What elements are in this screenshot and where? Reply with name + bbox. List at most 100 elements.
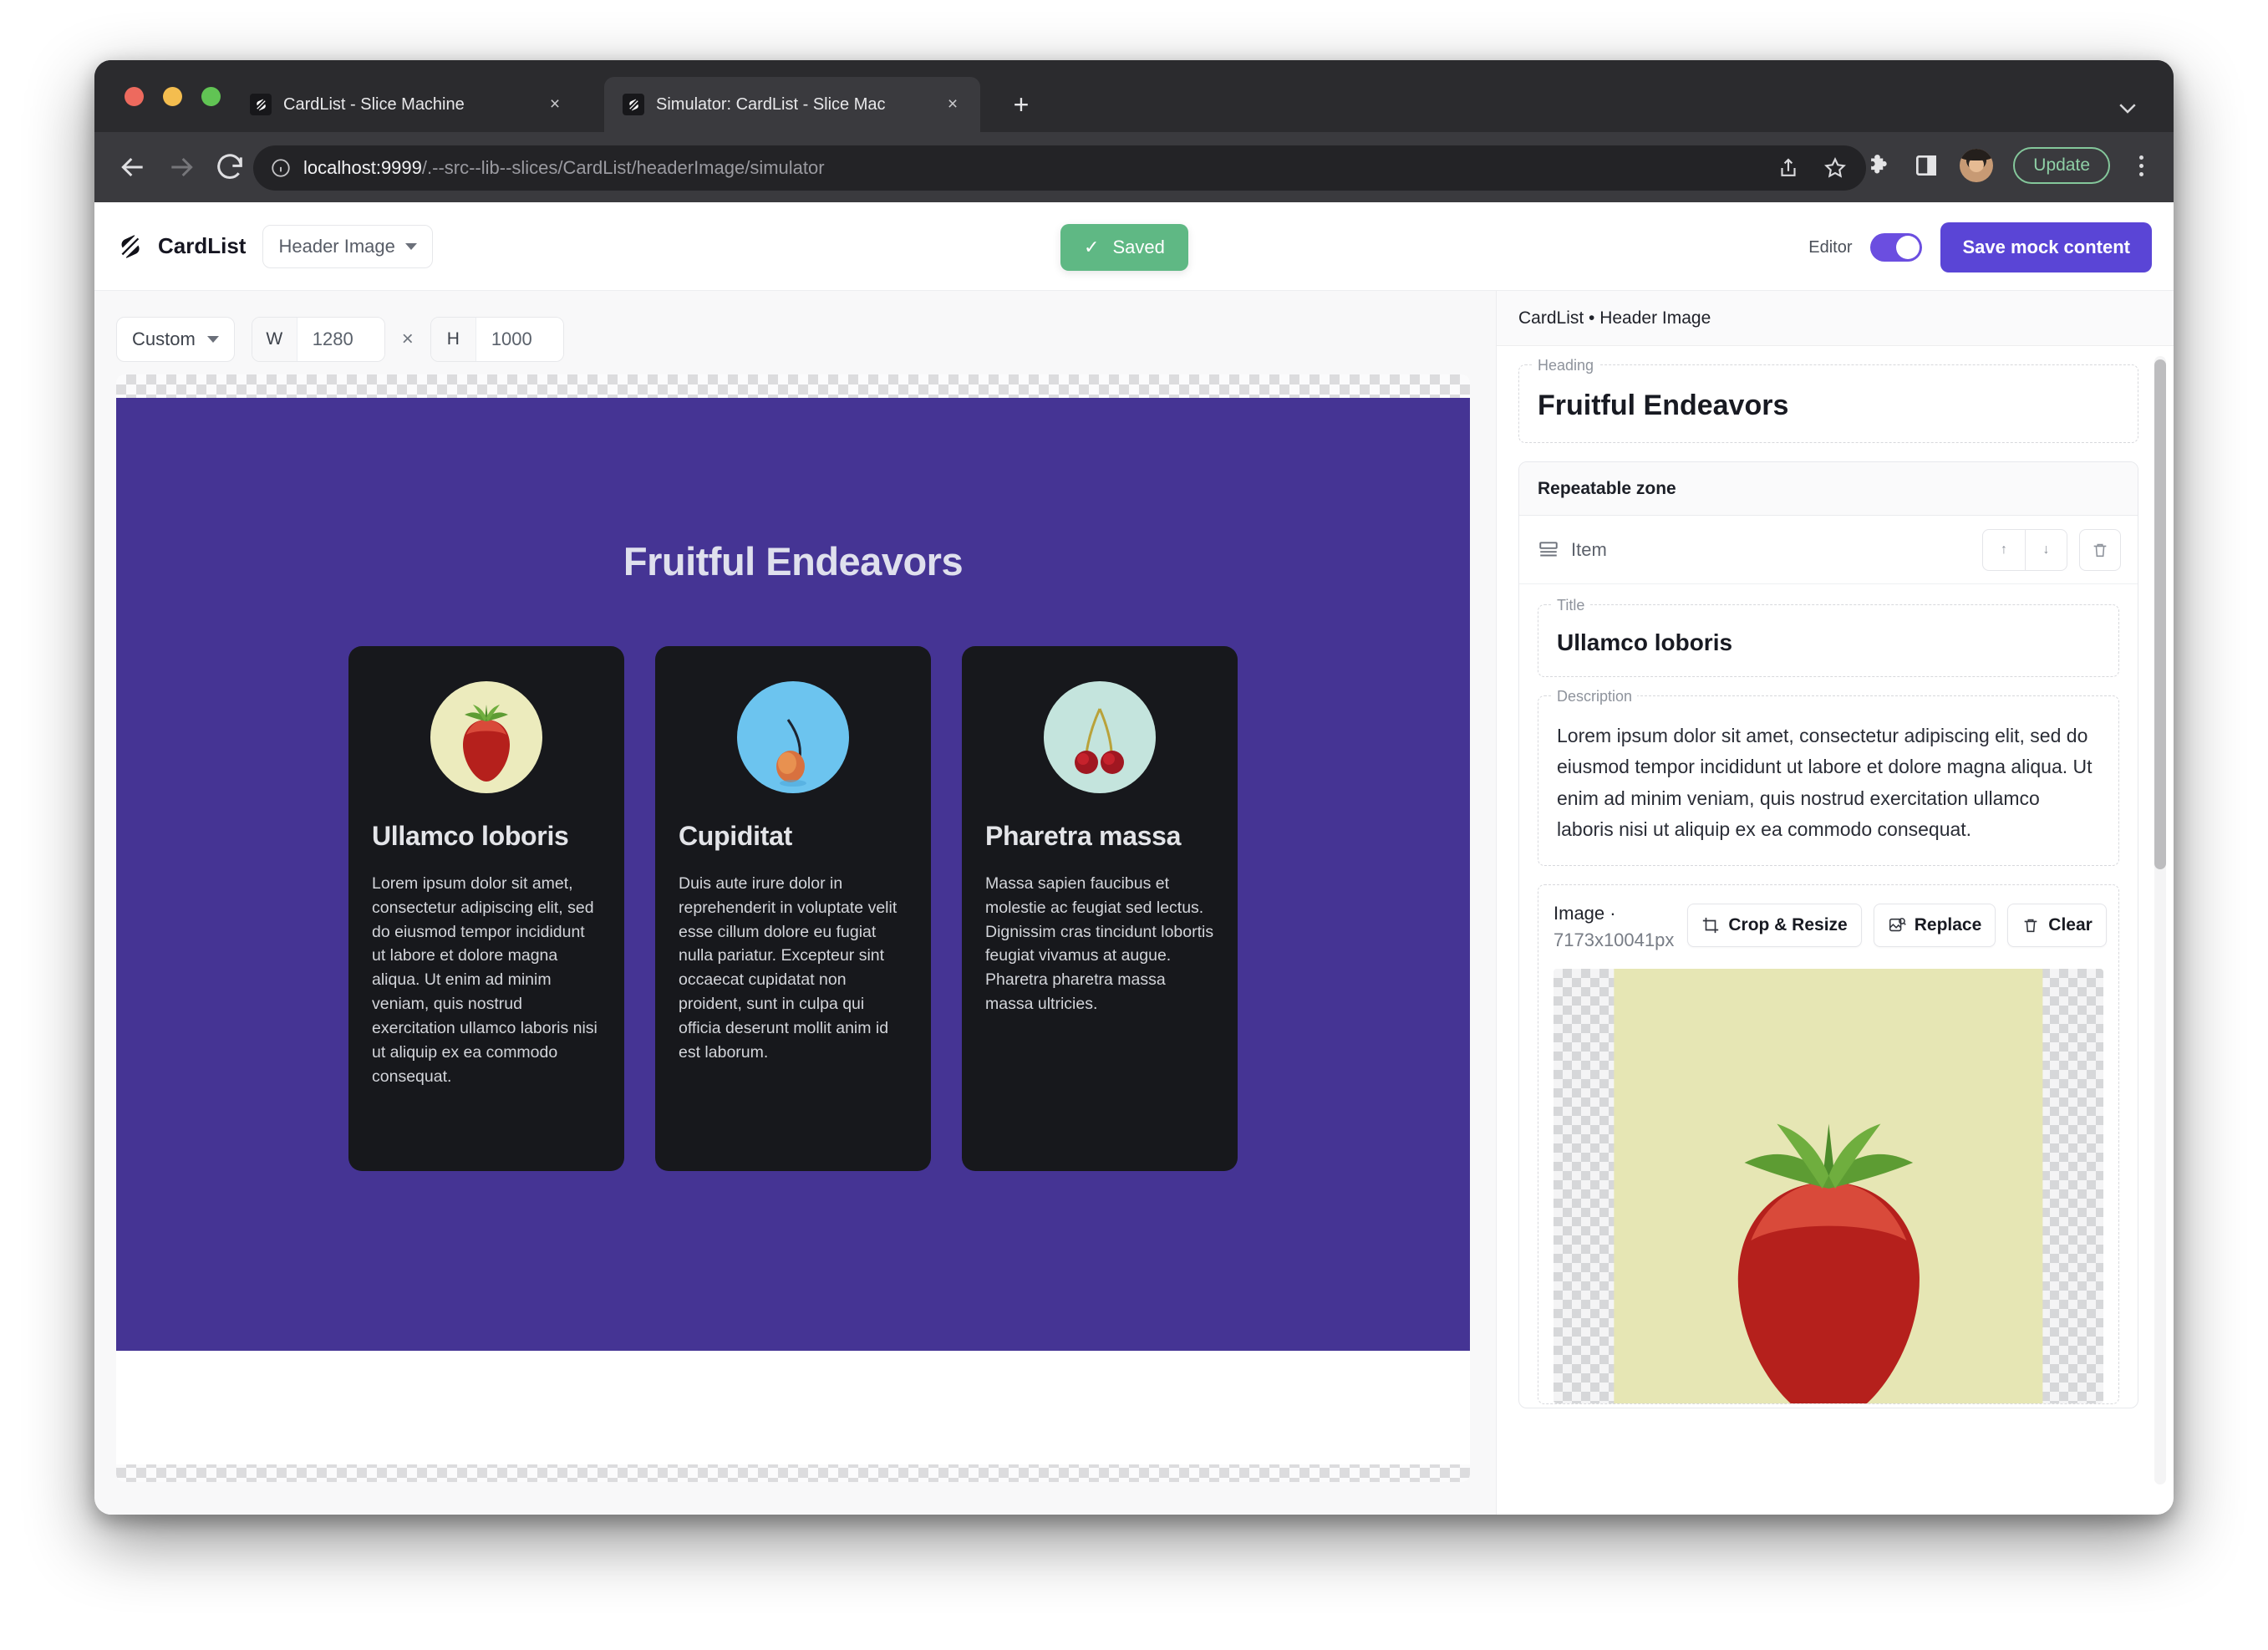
toggle-knob (1896, 236, 1920, 259)
height-input[interactable]: 1000 (475, 318, 563, 361)
viewport-preset-dropdown[interactable]: Custom (116, 317, 235, 362)
address-bar[interactable]: localhost:9999/.--src--lib--slices/CardL… (253, 145, 1866, 191)
repeatable-zone-title: Repeatable zone (1519, 462, 2138, 516)
forward-arrow-icon[interactable] (165, 150, 198, 184)
apricot-image (737, 681, 849, 793)
simulator-toolbar: Custom W 1280 × H 1000 (94, 291, 1496, 368)
image-field-header: Image · 7173x10041px Crop & Resize Repla… (1554, 900, 2107, 954)
info-circle-icon[interactable] (270, 157, 292, 179)
slice-card[interactable]: Ullamco loboris Lorem ipsum dolor sit am… (348, 646, 624, 1171)
back-arrow-icon[interactable] (116, 150, 150, 184)
address-bar-url: localhost:9999/.--src--lib--slices/CardL… (303, 157, 825, 179)
browser-tab-1-title: CardList - Slice Machine (283, 94, 465, 114)
slice-variation-dropdown[interactable]: Header Image (262, 224, 433, 268)
replace-label: Replace (1914, 915, 1982, 934)
strawberry-image (1614, 969, 2043, 1404)
window-traffic-lights (125, 87, 221, 106)
check-icon: ✓ (1084, 237, 1100, 257)
address-bar-actions (1776, 155, 1848, 181)
clear-image-button[interactable]: Clear (2007, 904, 2107, 947)
new-tab-button[interactable]: + (1007, 91, 1035, 120)
list-item-icon (1538, 539, 1559, 561)
slice-machine-favicon (623, 94, 644, 115)
saved-label: Saved (1112, 237, 1165, 257)
strawberry-image (430, 681, 542, 793)
avatar[interactable] (1960, 149, 1994, 182)
slice-render: Fruitful Endeavors Ullamco loboris Lorem… (116, 398, 1470, 1351)
image-preview[interactable] (1554, 969, 2103, 1404)
height-label: H (430, 318, 476, 361)
browser-tab-2-close-icon[interactable]: × (940, 92, 965, 117)
image-field: Image · 7173x10041px Crop & Resize Repla… (1538, 884, 2119, 1405)
browser-tab-2-title: Simulator: CardList - Slice Mac (656, 94, 886, 114)
width-input[interactable]: 1280 (297, 318, 384, 361)
crop-resize-button[interactable]: Crop & Resize (1687, 904, 1862, 947)
reload-icon[interactable] (213, 150, 247, 184)
image-field-label: Image · (1554, 903, 1616, 924)
slice-card-body: Duis aute irure dolor in reprehenderit i… (679, 873, 898, 1062)
heading-field[interactable]: Heading Fruitful Endeavors (1518, 357, 2138, 443)
description-field-label: Description (1552, 688, 1638, 705)
minimize-window-button[interactable] (163, 87, 182, 106)
delete-item-button[interactable] (2079, 528, 2121, 571)
star-icon[interactable] (1823, 155, 1848, 181)
repeatable-item-body: Title Ullamco loboris Description Lorem … (1519, 584, 2138, 1408)
maximize-window-button[interactable] (201, 87, 221, 106)
slice-card-title: Pharetra massa (985, 821, 1182, 851)
title-field[interactable]: Title Ullamco loboris (1538, 597, 2119, 677)
address-bar-path: /.--src--lib--slices/CardList/headerImag… (421, 157, 825, 178)
chevron-down-icon[interactable] (2115, 95, 2140, 115)
update-button[interactable]: Update (2013, 147, 2110, 184)
image-field-actions: Crop & Resize Replace Clear (1687, 904, 2107, 947)
slice-card[interactable]: Pharetra massa Massa sapien faucibus et … (962, 646, 1238, 1171)
kebab-menu-icon[interactable] (2130, 151, 2152, 180)
share-icon[interactable] (1776, 155, 1801, 181)
clear-label: Clear (2048, 915, 2093, 934)
brand-name: CardList (158, 233, 247, 258)
dimension-separator: × (401, 328, 414, 350)
cherries-image (1044, 681, 1156, 793)
slice-card-body: Massa sapien faucibus et molestie ac feu… (985, 873, 1214, 1014)
browser-tab-1-close-icon[interactable]: × (542, 92, 567, 117)
browser-tab-1[interactable]: CardList - Slice Machine × (231, 77, 582, 132)
chevron-down-icon (206, 336, 219, 343)
crop-resize-label: Crop & Resize (1728, 915, 1848, 934)
simulator-panel: Custom W 1280 × H 1000 Fruitful Endeavor… (94, 291, 1496, 1515)
viewport-width-control[interactable]: W 1280 (251, 317, 385, 362)
browser-toolbar: localhost:9999/.--src--lib--slices/CardL… (94, 132, 2174, 202)
save-mock-content-button[interactable]: Save mock content (1940, 222, 2152, 272)
slice-machine-logo-icon (116, 232, 145, 261)
slice-card-list: Ullamco loboris Lorem ipsum dolor sit am… (116, 646, 1470, 1171)
replace-image-button[interactable]: Replace (1873, 904, 1996, 947)
move-item-down-button[interactable]: ↓ (2025, 529, 2067, 570)
move-item-up-button[interactable]: ↑ (1983, 530, 2025, 570)
editor-scrollbar[interactable] (2154, 356, 2166, 1484)
close-window-button[interactable] (125, 87, 144, 106)
viewport-preset-label: Custom (132, 328, 196, 349)
slice-preview-canvas: Fruitful Endeavors Ullamco loboris Lorem… (116, 374, 1470, 1482)
image-field-meta: Image · 7173x10041px (1554, 900, 1674, 954)
slice-card-title: Ullamco loboris (372, 821, 569, 851)
heading-field-input[interactable]: Fruitful Endeavors (1538, 390, 2119, 422)
slice-card-body: Lorem ipsum dolor sit amet, consectetur … (372, 873, 598, 1086)
title-field-input[interactable]: Ullamco loboris (1557, 629, 2100, 656)
editor-toggle[interactable] (1870, 233, 1923, 262)
browser-tab-2[interactable]: Simulator: CardList - Slice Mac × (604, 77, 980, 132)
side-panel-icon[interactable] (1913, 152, 1940, 179)
breadcrumb: CardList • Header Image (1497, 291, 2174, 346)
description-field[interactable]: Description Lorem ipsum dolor sit amet, … (1538, 688, 2119, 866)
editor-scrollbar-thumb[interactable] (2154, 359, 2166, 869)
slice-variation-label: Header Image (278, 235, 395, 257)
image-search-icon (1888, 916, 1906, 934)
app-header: CardList Header Image ✓ Saved Editor Sav… (94, 202, 2174, 291)
brand: CardList (116, 232, 246, 261)
slice-card-title: Cupiditat (679, 821, 792, 851)
title-field-label: Title (1552, 597, 1590, 614)
description-field-input[interactable]: Lorem ipsum dolor sit amet, consectetur … (1557, 721, 2100, 845)
viewport-height-control[interactable]: H 1000 (430, 317, 564, 362)
puzzle-piece-icon[interactable] (1866, 152, 1893, 179)
trash-icon (2021, 916, 2040, 934)
slice-card[interactable]: Cupiditat Duis aute irure dolor in repre… (655, 646, 931, 1171)
toolbar-right-actions: Update (1866, 147, 2152, 184)
slice-machine-favicon (250, 94, 272, 115)
